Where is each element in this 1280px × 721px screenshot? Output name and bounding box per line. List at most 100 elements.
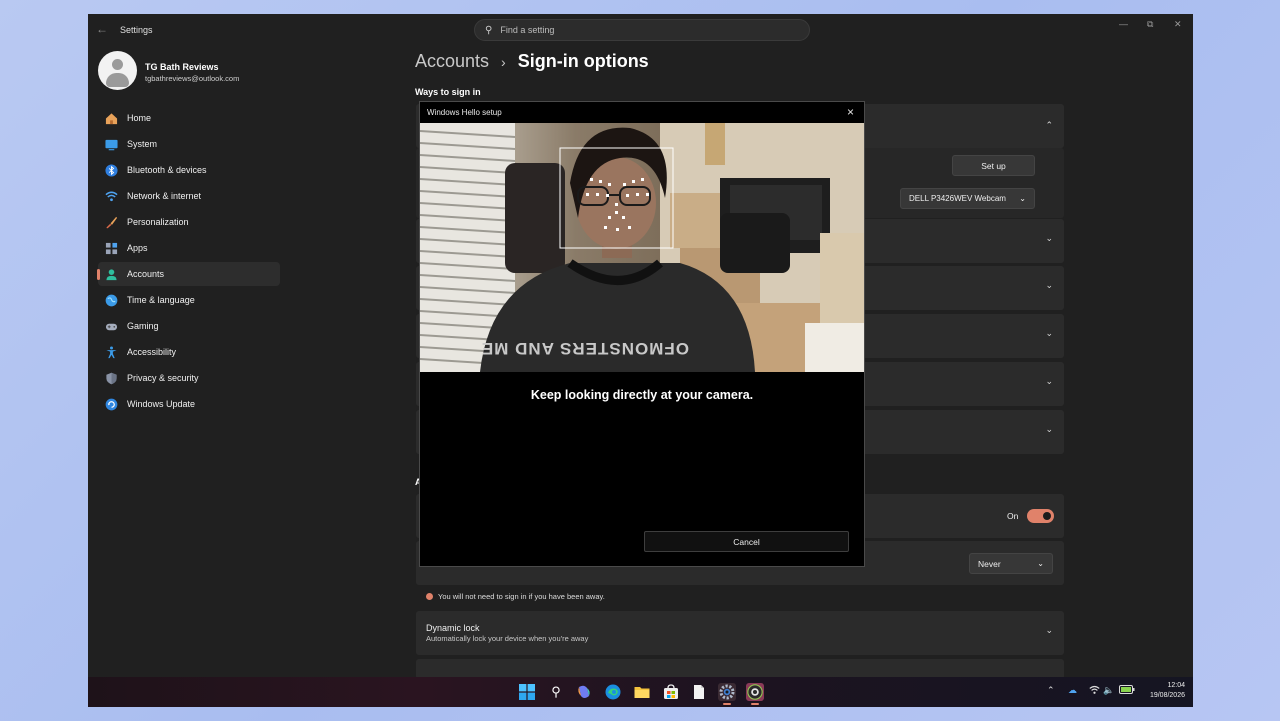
wifi-icon[interactable]	[1089, 685, 1100, 697]
page-title: Sign-in options	[517, 51, 649, 71]
dialog-message: Keep looking directly at your camera.	[530, 388, 754, 402]
sidebar-item-time-language[interactable]: Time & language	[98, 288, 280, 312]
camera-feed-image: OFMONSTERS AND ME	[420, 123, 864, 372]
sidebar-item-bluetooth[interactable]: Bluetooth & devices	[98, 158, 280, 182]
chevron-up-icon[interactable]: ⌃	[1047, 685, 1055, 696]
user-name: TG Bath Reviews	[145, 62, 219, 72]
sidebar-nav: Home System Bluetooth & devices Network …	[97, 106, 280, 418]
wifi-icon	[104, 189, 118, 203]
accounts-icon	[104, 267, 118, 281]
chevron-right-icon: ›	[501, 53, 506, 70]
chevron-down-icon[interactable]: ⌄	[1045, 625, 1053, 636]
sidebar-item-label: Accessibility	[127, 347, 177, 357]
sidebar-item-label: Gaming	[127, 321, 159, 331]
edge-icon[interactable]	[604, 683, 622, 701]
taskbar: ⚲ ⌃ ☁ 🔈 12:04 19/08/2026	[88, 677, 1193, 707]
chevron-down-icon[interactable]: ⌄	[1045, 424, 1053, 435]
sidebar-item-label: Apps	[127, 243, 148, 253]
minimize-icon[interactable]: —	[1119, 19, 1128, 29]
chevron-down-icon[interactable]: ⌄	[1045, 233, 1053, 244]
breadcrumb: Accounts › Sign-in options	[415, 51, 649, 72]
file-explorer-icon[interactable]	[633, 683, 651, 701]
sidebar-item-label: Time & language	[127, 295, 195, 305]
search-box[interactable]: ⚲	[474, 19, 810, 41]
clock-time[interactable]: 12:04	[1161, 682, 1185, 689]
signin-option-card[interactable]	[416, 659, 1064, 679]
sidebar-item-accessibility[interactable]: Accessibility	[98, 340, 280, 364]
toggle-label: On	[1007, 511, 1019, 521]
camera-select[interactable]: DELL P3426WEV Webcam ⌄	[900, 188, 1035, 209]
sidebar-item-label: Privacy & security	[127, 373, 199, 383]
sidebar-item-privacy[interactable]: Privacy & security	[98, 366, 280, 390]
app-title: Settings	[120, 25, 153, 35]
active-app-indicator	[723, 703, 731, 705]
setup-button[interactable]: Set up	[952, 155, 1035, 176]
active-app-indicator	[751, 703, 759, 705]
camera-select-value: DELL P3426WEV Webcam	[909, 194, 1006, 203]
dialog-title: Windows Hello setup	[427, 108, 502, 117]
back-arrow-icon[interactable]: ←	[96, 22, 108, 36]
setting-toggle[interactable]	[1027, 509, 1054, 523]
breadcrumb-parent[interactable]: Accounts	[415, 51, 489, 72]
sidebar-item-label: Accounts	[127, 269, 165, 279]
chevron-down-icon[interactable]: ⌄	[1045, 328, 1053, 339]
globe-icon	[104, 293, 118, 307]
sidebar-item-label: Personalization	[127, 217, 189, 227]
sidebar-item-network[interactable]: Network & internet	[98, 184, 280, 208]
chevron-down-icon[interactable]: ⌄	[1045, 280, 1053, 291]
chevron-up-icon[interactable]: ⌃	[1045, 120, 1053, 131]
signin-required-select[interactable]: Never ⌄	[969, 553, 1053, 574]
settings-icon[interactable]	[718, 683, 736, 701]
notepad-icon[interactable]	[690, 683, 708, 701]
onedrive-icon[interactable]: ☁	[1068, 685, 1077, 696]
info-dot-icon	[426, 593, 433, 600]
sidebar-item-personalization[interactable]: Personalization	[98, 210, 280, 234]
select-value: Never	[978, 558, 1001, 569]
sidebar-item-label: Home	[127, 113, 152, 123]
search-icon: ⚲	[485, 24, 493, 36]
accessibility-icon	[104, 345, 118, 359]
camera-app-icon[interactable]	[746, 683, 764, 701]
avatar	[98, 51, 137, 90]
sidebar-item-apps[interactable]: Apps	[98, 236, 280, 260]
sidebar-item-accounts[interactable]: Accounts	[97, 262, 280, 286]
bluetooth-icon	[104, 163, 118, 177]
sidebar-item-windows-update[interactable]: Windows Update	[98, 392, 280, 416]
sidebar-item-gaming[interactable]: Gaming	[98, 314, 280, 338]
section-heading-ways: Ways to sign in	[415, 87, 481, 97]
close-icon[interactable]: ✕	[1174, 19, 1182, 30]
sidebar-item-label: Network & internet	[127, 191, 202, 201]
away-note: You will not need to sign in if you have…	[426, 592, 605, 601]
system-icon	[104, 137, 118, 151]
store-icon[interactable]	[662, 683, 680, 701]
volume-icon[interactable]: 🔈	[1103, 685, 1114, 696]
dynamic-lock-card[interactable]: ⌄	[416, 611, 1064, 655]
brush-icon	[104, 215, 118, 229]
chevron-down-icon[interactable]: ⌄	[1045, 376, 1053, 387]
cancel-button[interactable]: Cancel	[644, 531, 849, 552]
close-icon[interactable]: ×	[847, 105, 854, 119]
apps-icon	[104, 241, 118, 255]
sweatshirt-text: OFMONSTERS AND ME	[481, 339, 689, 358]
gamepad-icon	[104, 319, 118, 333]
battery-icon[interactable]	[1119, 685, 1135, 696]
chevron-down-icon: ⌄	[1037, 559, 1044, 568]
sidebar-item-home[interactable]: Home	[98, 106, 280, 130]
sidebar-item-label: Windows Update	[127, 399, 196, 409]
dynamic-lock-title: Dynamic lock	[426, 623, 480, 633]
windows-hello-dialog: Windows Hello setup × OFMONSTERS AND ME …	[419, 101, 865, 567]
copilot-icon[interactable]	[575, 683, 593, 701]
shield-icon	[104, 371, 118, 385]
maximize-icon[interactable]: ⧉	[1147, 19, 1153, 30]
search-icon[interactable]: ⚲	[547, 683, 565, 701]
sidebar-item-label: System	[127, 139, 158, 149]
chevron-down-icon: ⌄	[1019, 194, 1026, 203]
sidebar-item-label: Bluetooth & devices	[127, 165, 207, 175]
search-input[interactable]	[500, 25, 781, 35]
start-icon[interactable]	[518, 683, 536, 701]
dynamic-lock-subtitle: Automatically lock your device when you'…	[426, 634, 589, 643]
away-note-text: You will not need to sign in if you have…	[438, 592, 605, 601]
clock-date[interactable]: 19/08/2026	[1140, 692, 1185, 699]
update-icon	[104, 397, 118, 411]
sidebar-item-system[interactable]: System	[98, 132, 280, 156]
